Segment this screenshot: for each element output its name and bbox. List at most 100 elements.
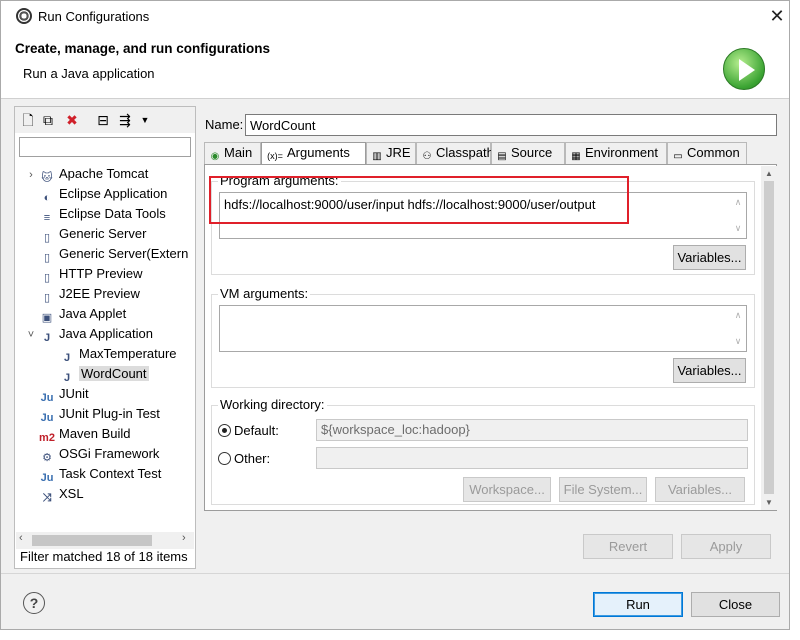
chevron-down-icon[interactable]: ▼ <box>137 112 153 128</box>
tree-item[interactable]: Ju JUnit Plug-in Test <box>23 404 160 424</box>
source-tab-icon: ▤ <box>497 151 507 162</box>
vm-arguments-label: VM arguments: <box>218 286 311 301</box>
tab-environment[interactable]: ▦ Environment <box>565 142 667 164</box>
window-title: Run Configurations <box>38 9 150 24</box>
tab-common[interactable]: ▭ Common <box>667 142 747 164</box>
duplicate-config-icon[interactable]: ⧉ <box>40 112 56 128</box>
filter-status-text: Filter matched 18 of 18 items <box>20 549 188 564</box>
tree-item[interactable]: ⤨ XSL <box>23 484 84 504</box>
tab-label: Main <box>224 145 253 160</box>
working-directory-label: Working directory: <box>218 397 327 412</box>
delete-config-icon[interactable]: ✖ <box>64 112 80 128</box>
tab-label: Common <box>687 145 740 160</box>
run-button[interactable]: Run <box>593 592 683 617</box>
name-field[interactable] <box>245 114 777 136</box>
tree-item[interactable]: ▣ Java Applet <box>23 304 126 324</box>
other-directory-field[interactable] <box>316 447 748 469</box>
help-icon[interactable]: ? <box>23 592 45 614</box>
other-label: Other: <box>234 451 271 466</box>
tree-item[interactable]: Ju JUnit <box>23 384 89 404</box>
panel-vertical-scrollbar[interactable]: ▲ ▼ <box>761 166 777 510</box>
scroll-down-icon[interactable]: ∨ <box>730 336 746 347</box>
filter-input[interactable] <box>19 137 191 157</box>
tree-horizontal-scrollbar[interactable]: ‹ › <box>16 532 194 549</box>
xsl-icon: ⤨ <box>42 492 52 504</box>
tree-item-label: HTTP Preview <box>59 266 143 281</box>
tab-main[interactable]: ◉ Main <box>204 142 261 164</box>
tab-label: JRE <box>386 145 411 160</box>
tree-item-label: OSGi Framework <box>59 446 160 461</box>
scrollbar-thumb[interactable] <box>32 535 152 546</box>
vm-arguments-scrollbar[interactable]: ∧ ∨ <box>730 306 746 351</box>
default-radio[interactable]: Default: <box>218 423 279 438</box>
scroll-up-icon[interactable]: ∧ <box>730 197 746 208</box>
apply-button[interactable]: Apply <box>681 534 771 559</box>
tree-item[interactable]: ▯ Generic Server(Extern <box>23 244 188 264</box>
config-tree-panel: 🗋 ⧉ ✖ ⊟ ⇶ ▼ › 🐱 Apache Tomcat ◐ Eclipse Appl… <box>14 106 196 569</box>
tree-item[interactable]: ▯ HTTP Preview <box>23 264 143 284</box>
scroll-down-icon[interactable]: ▼ <box>761 496 777 510</box>
tree-item[interactable]: J WordCount <box>43 364 149 384</box>
banner-subtitle: Run a Java application <box>23 66 155 81</box>
tab-classpath[interactable]: ⚇ Classpath <box>416 142 494 164</box>
tree-item[interactable]: ⚙ OSGi Framework <box>23 444 159 464</box>
tab-label: Arguments <box>287 145 350 160</box>
scroll-up-icon[interactable]: ∧ <box>730 310 746 321</box>
filter-icon[interactable]: ⇶ <box>117 112 133 128</box>
name-label: Name: <box>205 117 244 132</box>
tree-item-label: Task Context Test <box>59 466 162 481</box>
workdir-variables-button[interactable]: Variables... <box>655 477 745 502</box>
jre-tab-icon: ▥ <box>372 151 382 162</box>
scrollbar-thumb[interactable] <box>764 181 774 494</box>
file-system-button[interactable]: File System... <box>559 477 647 502</box>
tree-item[interactable]: m2 Maven Build <box>23 424 131 444</box>
vm-variables-button[interactable]: Variables... <box>673 358 746 383</box>
tree-item[interactable]: ≡ Eclipse Data Tools <box>23 204 166 224</box>
vm-arguments-field[interactable]: ∧ ∨ <box>219 305 747 352</box>
config-tabs: ◉ Main (x)= Arguments ▥ JRE ⚇ Classpath ▤ Source ▦… <box>204 142 777 165</box>
close-window-icon[interactable]: ✕ <box>765 5 789 27</box>
tab-jre[interactable]: ▥ JRE <box>366 142 416 164</box>
tree-item[interactable]: ▯ Generic Server <box>23 224 146 244</box>
other-radio-button[interactable] <box>218 452 231 465</box>
collapse-all-icon[interactable]: ⊟ <box>95 112 111 128</box>
program-arguments-scrollbar[interactable]: ∧ ∨ <box>730 193 746 238</box>
revert-button[interactable]: Revert <box>583 534 673 559</box>
arguments-tab-icon: (x)= <box>267 151 283 161</box>
run-icon <box>723 48 765 90</box>
workspace-button[interactable]: Workspace... <box>463 477 551 502</box>
tree-item-label: WordCount <box>79 366 149 381</box>
tree-item[interactable]: ◐ Eclipse Application <box>23 184 168 204</box>
scroll-left-icon[interactable]: ‹ <box>19 532 23 544</box>
tree-item[interactable]: ▯ J2EE Preview <box>23 284 140 304</box>
expand-toggle-icon[interactable]: › <box>23 165 39 185</box>
tree-item-label: Generic Server <box>59 226 147 241</box>
tab-label: Environment <box>585 145 658 160</box>
expand-toggle-icon[interactable]: ˅ <box>23 325 39 345</box>
tab-arguments[interactable]: (x)= Arguments <box>261 142 366 165</box>
config-toolbar: 🗋 ⧉ ✖ ⊟ ⇶ ▼ <box>15 107 195 133</box>
tree-item-label: Eclipse Data Tools <box>59 206 166 221</box>
tree-item[interactable]: ˅ J Java Application <box>23 324 153 344</box>
scroll-up-icon[interactable]: ▲ <box>761 167 777 181</box>
tree-item[interactable]: Ju Task Context Test <box>23 464 162 484</box>
other-radio[interactable]: Other: <box>218 451 270 466</box>
scroll-right-icon[interactable]: › <box>182 532 186 544</box>
scroll-down-icon[interactable]: ∨ <box>730 223 746 234</box>
close-button[interactable]: Close <box>691 592 780 617</box>
tree-item-label: JUnit <box>59 386 89 401</box>
common-tab-icon: ▭ <box>673 151 683 162</box>
tree-item[interactable]: › 🐱 Apache Tomcat <box>23 164 148 184</box>
new-config-icon[interactable]: 🗋 <box>20 112 36 128</box>
tree-item[interactable]: J MaxTemperature <box>43 344 177 364</box>
tab-source[interactable]: ▤ Source <box>491 142 565 164</box>
tree-item-label: Generic Server(Extern <box>59 246 189 261</box>
highlight-annotation <box>209 176 629 224</box>
program-variables-button[interactable]: Variables... <box>673 245 746 270</box>
default-radio-button[interactable] <box>218 424 231 437</box>
tree-item-label: JUnit Plug-in Test <box>59 406 160 421</box>
default-label: Default: <box>234 423 279 438</box>
classpath-tab-icon: ⚇ <box>422 151 432 162</box>
vm-arguments-group: VM arguments: ∧ ∨ Variables... <box>211 286 755 388</box>
main-tab-icon: ◉ <box>210 151 220 162</box>
